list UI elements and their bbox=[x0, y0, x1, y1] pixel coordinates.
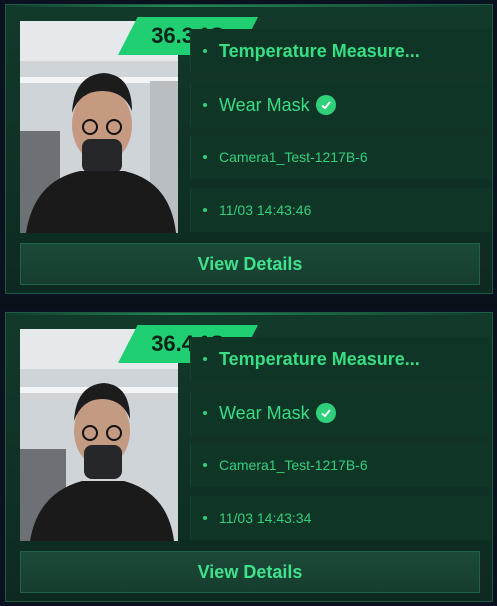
record-card: 36.3 °C Temperature Measure... Wear Mask… bbox=[5, 4, 493, 294]
dot-icon bbox=[203, 49, 207, 53]
mask-status: Wear Mask bbox=[219, 94, 310, 115]
record-card: 36.4 °C Temperature Measure... Wear Mask… bbox=[5, 312, 493, 602]
timestamp: 11/03 14:43:46 bbox=[219, 202, 312, 218]
dot-icon bbox=[203, 103, 207, 107]
card-separator bbox=[0, 296, 497, 308]
record-title: Temperature Measure... bbox=[219, 348, 420, 369]
view-details-button[interactable]: View Details bbox=[20, 243, 480, 285]
title-row: Temperature Measure... bbox=[190, 337, 491, 381]
camera-row: Camera1_Test-1217B-6 bbox=[190, 443, 491, 487]
dot-icon bbox=[203, 155, 207, 159]
dot-icon bbox=[203, 516, 207, 520]
check-circle-icon bbox=[315, 95, 336, 115]
record-title: Temperature Measure... bbox=[219, 40, 420, 61]
mask-row: Wear Mask bbox=[190, 83, 491, 127]
timestamp: 11/03 14:43:34 bbox=[219, 510, 312, 526]
title-row: Temperature Measure... bbox=[190, 29, 491, 73]
camera-name: Camera1_Test-1217B-6 bbox=[219, 149, 368, 165]
dot-icon bbox=[203, 357, 207, 361]
camera-name: Camera1_Test-1217B-6 bbox=[219, 457, 368, 473]
time-row: 11/03 14:43:46 bbox=[190, 188, 491, 232]
camera-row: Camera1_Test-1217B-6 bbox=[190, 135, 491, 179]
dot-icon bbox=[203, 411, 207, 415]
time-row: 11/03 14:43:34 bbox=[190, 496, 491, 540]
dot-icon bbox=[203, 463, 207, 467]
dot-icon bbox=[203, 208, 207, 212]
view-details-button[interactable]: View Details bbox=[20, 551, 480, 593]
mask-status: Wear Mask bbox=[219, 402, 310, 423]
check-circle-icon bbox=[315, 403, 336, 423]
mask-row: Wear Mask bbox=[190, 391, 491, 435]
